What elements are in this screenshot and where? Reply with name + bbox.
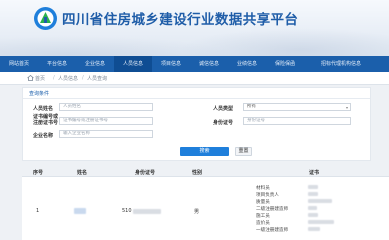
redacted-cert-number (308, 192, 318, 196)
search-button[interactable]: 搜索 (180, 147, 229, 156)
person-type-label: 人员类型 (213, 106, 234, 112)
column-header-certificate: 证书 (309, 170, 320, 176)
redacted-name (74, 208, 86, 214)
row-id-number-prefix: 510 (122, 208, 132, 214)
page: 四川省住房城乡建设行业数据共享平台 网站首页 平台信息 企业信息 人员信息 项目… (0, 0, 389, 240)
cert-number-label-line2: 注册证书号 (33, 119, 59, 126)
person-type-value: 所有 (247, 104, 256, 109)
nav-item-credit-info[interactable]: 诚信信息 (190, 56, 228, 72)
search-panel: 查询条件 人员姓名 人员姓名 人员类型 所有 ▾ 证书编号或 注册证书号 证书编… (22, 87, 371, 161)
cert-type: 质量员 (256, 200, 270, 205)
id-number-input[interactable]: 身份证号 (243, 117, 351, 125)
company-name-input[interactable]: 输入企业名称 (59, 130, 153, 138)
redacted-id-number (133, 209, 161, 214)
nav-item-project-info[interactable]: 项目信息 (152, 56, 190, 72)
column-header-gender: 性别 (192, 170, 203, 176)
redacted-cert-number (308, 199, 332, 203)
breadcrumb-personnel-query: 人员查询 (87, 76, 108, 82)
nav-item-performance-info[interactable]: 业绩信息 (228, 56, 266, 72)
nav-item-platform-info[interactable]: 平台信息 (38, 56, 76, 72)
redacted-cert-number (308, 227, 320, 231)
reset-button[interactable]: 重置 (235, 147, 252, 156)
divider (23, 98, 370, 99)
column-header-name: 姓名 (77, 170, 88, 176)
chevron-down-icon: ▾ (345, 105, 348, 110)
search-panel-title: 查询条件 (29, 91, 50, 97)
redacted-cert-number (308, 185, 318, 189)
row-index: 1 (36, 208, 40, 214)
person-type-select[interactable]: 所有 ▾ (243, 103, 351, 111)
redacted-cert-number (308, 206, 317, 210)
breadcrumb-separator-icon: / (53, 75, 55, 81)
nav-item-company-info[interactable]: 企业信息 (76, 56, 114, 72)
site-title: 四川省住房城乡建设行业数据共享平台 (62, 12, 299, 28)
company-name-label: 企业名称 (33, 133, 54, 139)
breadcrumb-home[interactable]: 首页 (35, 75, 45, 82)
column-header-index: 序号 (33, 170, 44, 176)
id-number-label: 身份证号 (213, 120, 234, 126)
person-name-label: 人员姓名 (33, 106, 54, 112)
main-nav: 网站首页 平台信息 企业信息 人员信息 项目信息 诚信信息 业绩信息 保险保函 … (0, 56, 389, 72)
column-header-id-number: 身份证号 (135, 170, 156, 176)
cert-type: 二级注册建造师 (256, 207, 289, 212)
cert-type: 施工员 (256, 214, 270, 219)
nav-item-home[interactable]: 网站首页 (0, 56, 38, 72)
cert-type: 材料员 (256, 186, 270, 191)
breadcrumb: 首页 / 人员信息 / 人员查询 (0, 72, 389, 85)
breadcrumb-personnel-info[interactable]: 人员信息 (58, 75, 78, 82)
cert-number-label: 证书编号或 注册证书号 (33, 114, 59, 126)
cert-type: 造价员 (256, 221, 270, 226)
cert-type: 项目负责人 (256, 193, 279, 198)
platform-logo-icon (34, 7, 57, 30)
redacted-cert-number (308, 220, 334, 224)
site-header: 四川省住房城乡建设行业数据共享平台 (0, 0, 389, 56)
redacted-cert-number (308, 213, 318, 217)
cert-type: 一级注册建造师 (256, 228, 289, 233)
results-table: 序号 姓名 身份证号 性别 证书 1 510 男 材料员 项目负责人 质量员 二… (22, 166, 389, 240)
table-header: 序号 姓名 身份证号 性别 证书 (22, 166, 389, 177)
nav-item-insurance[interactable]: 保险保函 (266, 56, 304, 72)
breadcrumb-separator-icon: / (82, 75, 84, 81)
nav-item-personnel-info[interactable]: 人员信息 (114, 56, 152, 72)
row-gender: 男 (194, 209, 200, 215)
cert-number-input[interactable]: 证书编号或注册证书号 (59, 117, 153, 125)
person-name-input[interactable]: 人员姓名 (59, 103, 153, 111)
nav-item-bidding-agency[interactable]: 招标代理机构信息 (304, 56, 378, 72)
home-icon (27, 75, 34, 81)
